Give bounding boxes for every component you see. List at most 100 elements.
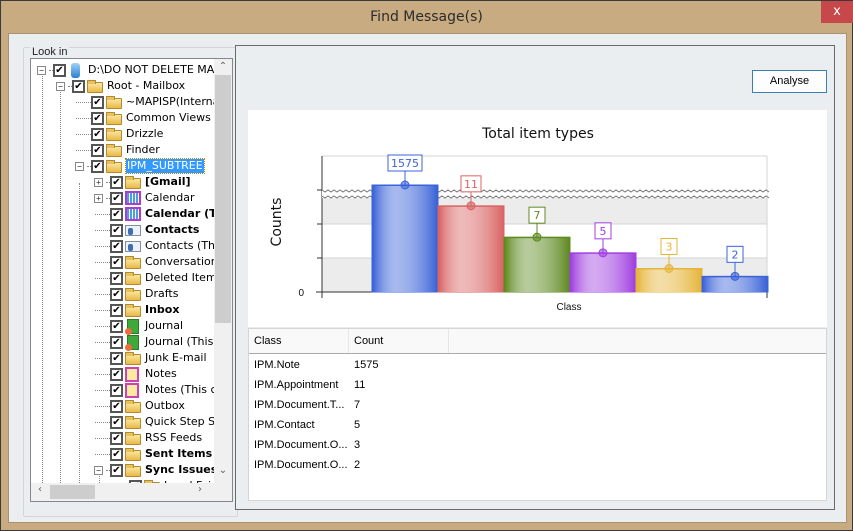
vertical-scroll-thumb[interactable] (215, 75, 231, 323)
table-row[interactable]: IPM.Appointment 11 (249, 375, 826, 395)
tree-item-checkbox[interactable]: ✔ (110, 319, 123, 333)
tree-item[interactable]: −✔ Sync Issues ( (94, 462, 214, 478)
tree-item-checkbox[interactable]: ✔ (91, 111, 104, 125)
tree-item-checkbox[interactable]: ✔ (110, 335, 123, 349)
tree-item[interactable]: ✔ Deleted Item (94, 270, 214, 286)
tree-item-checkbox[interactable]: ✔ (110, 191, 123, 205)
tree-item[interactable]: ✔ Finder (75, 142, 160, 158)
scroll-up-icon[interactable]: ⌃ (214, 61, 232, 72)
tree-item-checkbox[interactable]: ✔ (53, 63, 66, 77)
table-row[interactable]: IPM.Document.O... 3 (249, 435, 826, 455)
find-messages-window: Find Message(s) x Look in − ✔ D:\DO NOT DE… (0, 0, 853, 531)
scroll-down-icon[interactable]: ⌄ (214, 465, 232, 476)
column-header-class[interactable]: Class (249, 329, 349, 353)
cell-count: 5 (354, 419, 361, 431)
table-row[interactable]: IPM.Document.T... 7 (249, 395, 826, 415)
tree-item[interactable]: ✔ Common Views (75, 110, 211, 126)
tree-item[interactable]: ✔ Conversation (94, 254, 214, 270)
tree-item[interactable]: ✔ Outbox (94, 398, 185, 414)
tree-connector (95, 373, 110, 375)
tree-item[interactable]: ✔ Notes (94, 366, 177, 382)
tree-item[interactable]: ✔ Notes (This c (94, 382, 214, 398)
table-row[interactable]: IPM.Note 1575 (249, 355, 826, 375)
tree-item-checkbox[interactable]: ✔ (110, 271, 123, 285)
tree-item-checkbox[interactable]: ✔ (110, 175, 123, 189)
tree-item[interactable]: ✔ ~MAPISP(Interna (75, 94, 214, 110)
folder-icon (106, 127, 122, 141)
tree-item-checkbox[interactable]: ✔ (110, 351, 123, 365)
folder-icon (125, 431, 141, 445)
collapse-icon[interactable]: − (94, 465, 103, 475)
tree-item[interactable]: − ✔ D:\DO NOT DELETE MAI (37, 62, 214, 78)
tree-item[interactable]: ✔ Inbox (94, 302, 179, 318)
collapse-icon[interactable]: − (75, 161, 84, 171)
table-row[interactable]: IPM.Contact 5 (249, 415, 826, 435)
tree-item-checkbox[interactable]: ✔ (110, 463, 123, 477)
analyse-button[interactable]: Analyse (752, 70, 827, 93)
chart-data-label: 7 (534, 209, 541, 222)
tree-item-checkbox[interactable]: ✔ (110, 255, 123, 269)
expand-icon[interactable]: + (94, 193, 103, 203)
collapse-icon[interactable]: − (37, 65, 46, 75)
tree-guide-line (42, 71, 43, 483)
tree-item-checkbox[interactable]: ✔ (91, 143, 104, 157)
tree-item[interactable]: ✔ Drafts (94, 286, 178, 302)
scroll-right-icon[interactable]: › (191, 484, 209, 495)
tree-item[interactable]: ✔ Calendar (Th (94, 206, 214, 222)
tree-item[interactable]: ✔ Sent Items (94, 446, 212, 462)
tree-horizontal-scrollbar[interactable]: ‹ › (31, 483, 232, 501)
tree-item[interactable]: + ✔ [Gmail] (94, 174, 191, 190)
close-button[interactable]: x (821, 1, 853, 23)
tree-item[interactable]: − ✔ IPM_SUBTREE (75, 158, 205, 174)
column-header-count[interactable]: Count (349, 329, 449, 353)
tree-item-checkbox[interactable]: ✔ (110, 303, 123, 317)
tree-item-checkbox[interactable]: ✔ (110, 367, 123, 381)
cell-class: IPM.Document.O... (254, 439, 348, 451)
tree-item-checkbox[interactable]: ✔ (110, 431, 123, 445)
item-types-chart: Total item types Counts Class 0 1575 11 7 5… (248, 110, 827, 327)
tree-item-checkbox[interactable]: ✔ (110, 239, 123, 253)
results-table[interactable]: Class Count IPM.Note 1575 IPM.Appointment 1… (248, 328, 827, 501)
horizontal-scroll-thumb[interactable] (50, 485, 95, 499)
look-in-label: Look in (30, 46, 70, 58)
tree-vertical-scrollbar[interactable]: ⌃ ⌄ (214, 59, 232, 483)
tree-item-checkbox[interactable]: ✔ (110, 447, 123, 461)
tree-item-checkbox[interactable]: ✔ (110, 415, 123, 429)
tree-item[interactable]: ✔ Drizzle (75, 126, 163, 142)
tree-item[interactable]: ✔ Quick Step S (94, 414, 214, 430)
tree-item-checkbox[interactable]: ✔ (110, 223, 123, 237)
tree-connector (95, 453, 110, 455)
tree-item-checkbox[interactable]: ✔ (91, 95, 104, 109)
title-bar[interactable]: Find Message(s) x (1, 1, 853, 33)
folder-tree[interactable]: − ✔ D:\DO NOT DELETE MAI − ✔ Root - Mailbox ✔ ~… (30, 58, 233, 502)
tree-item-checkbox[interactable]: ✔ (110, 399, 123, 413)
tree-item-checkbox[interactable]: ✔ (91, 159, 104, 173)
expand-icon[interactable]: + (94, 177, 103, 187)
tree-item[interactable]: ✔ RSS Feeds (94, 430, 202, 446)
tree-item-checkbox[interactable]: ✔ (110, 287, 123, 301)
tree-connector (76, 101, 91, 103)
table-row[interactable]: IPM.Document.O... 2 (249, 455, 826, 475)
cell-count: 2 (354, 459, 361, 471)
tree-item[interactable]: ✔ Journal (This (94, 334, 213, 351)
tree-item[interactable]: + ✔ Calendar (94, 190, 194, 206)
tree-item[interactable]: ✔ Journal (94, 318, 183, 335)
tree-item-checkbox[interactable]: ✔ (72, 79, 85, 93)
tree-item[interactable]: ✔ Contacts (94, 222, 199, 238)
collapse-icon[interactable]: − (56, 81, 65, 91)
tree-item-checkbox[interactable]: ✔ (91, 127, 104, 141)
tree-item-checkbox[interactable]: ✔ (110, 207, 123, 221)
notes-icon (125, 366, 139, 382)
tree-item[interactable]: ✔ Contacts (Th (94, 238, 214, 254)
tree-connector (95, 405, 110, 407)
scroll-left-icon[interactable]: ‹ (31, 484, 49, 495)
close-icon: x (833, 4, 841, 19)
tree-item-checkbox[interactable]: ✔ (110, 383, 123, 397)
cell-class: IPM.Note (254, 359, 300, 371)
tree-item[interactable]: − ✔ Root - Mailbox (56, 78, 185, 94)
tree-item[interactable]: ✔ Junk E-mail (94, 350, 207, 366)
chart-data-point-marker (664, 264, 674, 273)
tree-item-label: Root - Mailbox (107, 79, 186, 92)
tree-connector (95, 341, 110, 343)
tree-item-label: IPM_SUBTREE (125, 158, 205, 174)
